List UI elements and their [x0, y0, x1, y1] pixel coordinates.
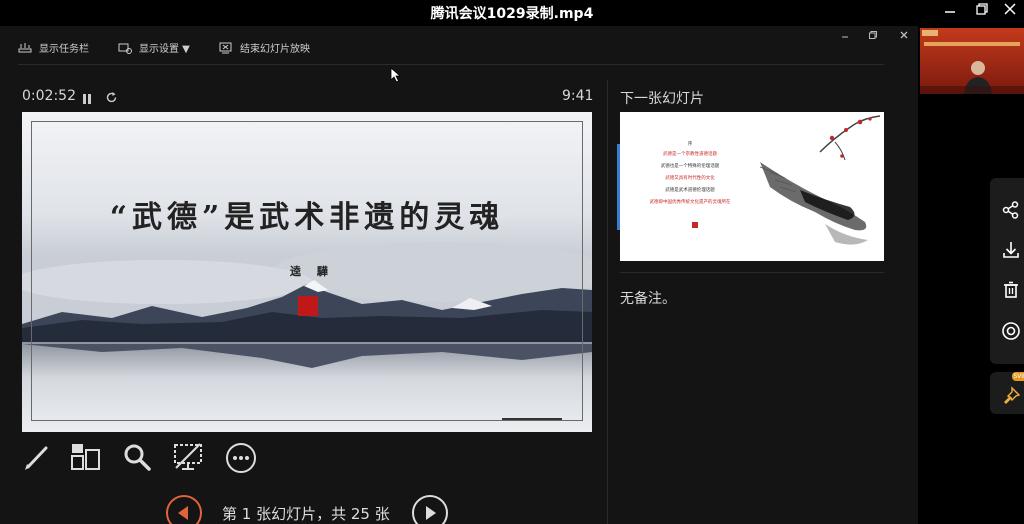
panel-divider — [607, 80, 608, 524]
previous-slide-button[interactable] — [166, 495, 202, 524]
taskbar-icon — [18, 42, 32, 52]
magnifier-icon — [124, 444, 151, 471]
presenter-view: 显示任务栏 显示设置 ▼ 结束幻灯片放映 0:02:52 9:41 “武德”是武… — [0, 26, 918, 524]
pause-icon — [83, 94, 91, 104]
pen-tool-button[interactable] — [22, 442, 52, 476]
download-button[interactable] — [1001, 240, 1021, 264]
zoom-button[interactable] — [122, 442, 152, 476]
participant-video-thumbnail[interactable] — [920, 28, 1024, 94]
slide-counter[interactable]: 第 1 张幻灯片，共 25 张 — [222, 503, 390, 524]
elapsed-timer: 0:02:52 — [22, 88, 76, 104]
display-settings-icon — [118, 43, 132, 54]
download-icon — [1003, 242, 1019, 258]
pin-icon — [1004, 386, 1021, 404]
side-dock — [990, 178, 1024, 364]
window-minimize-button[interactable] — [938, 2, 962, 20]
window-title: 腾讯会议1029录制.mp4 — [430, 6, 594, 22]
window-close-button[interactable] — [998, 2, 1022, 20]
minimize-icon — [842, 36, 848, 38]
display-settings-button[interactable]: 显示设置 ▼ — [118, 40, 190, 55]
arrow-left-icon — [178, 506, 188, 520]
restore-icon — [869, 31, 877, 39]
arrow-right-icon — [426, 506, 436, 520]
window-restore-button[interactable] — [970, 2, 994, 20]
show-taskbar-button[interactable]: 显示任务栏 — [18, 40, 89, 55]
screen-off-icon — [174, 443, 202, 470]
close-icon — [900, 31, 908, 39]
end-slideshow-label: 结束幻灯片放映 — [240, 44, 310, 55]
presenter-minimize-button[interactable] — [836, 30, 854, 43]
share-icon — [1002, 201, 1019, 219]
ink-painting-decoration — [759, 115, 881, 245]
slide-author: 逵 驊 — [290, 265, 334, 278]
presenter-toolbar: 显示任务栏 显示设置 ▼ 结束幻灯片放映 — [0, 26, 918, 66]
see-all-slides-button[interactable] — [70, 442, 102, 476]
delete-button[interactable] — [1001, 280, 1021, 304]
more-icon — [226, 443, 256, 473]
end-slideshow-icon — [219, 42, 232, 53]
next-slide-indicator — [617, 144, 620, 230]
reset-timer-button[interactable] — [105, 89, 118, 108]
clock: 9:41 — [562, 88, 594, 104]
pause-timer-button[interactable] — [82, 90, 92, 109]
toolbar-divider — [18, 64, 884, 65]
show-taskbar-label: 显示任务栏 — [39, 44, 89, 55]
slide-title: “武德”是武术非遗的灵魂 — [109, 200, 505, 235]
close-icon — [1004, 3, 1016, 15]
window-titlebar: 腾讯会议1029录制.mp4 — [0, 0, 1024, 26]
share-button[interactable] — [1001, 200, 1021, 224]
presenter-restore-button[interactable] — [864, 30, 882, 43]
target-icon — [1002, 322, 1020, 340]
svip-badge: SVIP — [1012, 372, 1024, 381]
display-settings-label: 显示设置 ▼ — [139, 44, 190, 55]
end-slideshow-button[interactable]: 结束幻灯片放映 — [219, 40, 310, 55]
next-slide-preview[interactable]: 序 武德是一个宗教性道德话题 武德也是一个特殊的伦理话题 武德又具有时代性的文化… — [620, 112, 884, 261]
minimize-icon — [945, 11, 955, 13]
next-slide-button[interactable] — [412, 495, 448, 524]
video-frame — [920, 28, 1024, 94]
grid-icon — [71, 444, 100, 470]
presenter-close-button[interactable] — [895, 30, 913, 43]
refresh-icon — [106, 92, 117, 103]
view-button[interactable] — [1001, 321, 1021, 345]
trash-icon — [1004, 281, 1018, 298]
next-slide-label: 下一张幻灯片 — [620, 91, 704, 107]
black-screen-button[interactable] — [172, 442, 204, 476]
pen-icon — [25, 446, 48, 470]
mouse-cursor-icon — [390, 67, 402, 83]
notes-divider — [620, 272, 884, 273]
restore-icon — [976, 3, 988, 15]
speaker-notes[interactable]: 无备注。 — [620, 288, 676, 308]
red-seal-stamp — [298, 296, 318, 316]
more-options-button[interactable] — [225, 442, 257, 478]
current-slide[interactable]: “武德”是武术非遗的灵魂 逵 驊 — [22, 112, 592, 432]
